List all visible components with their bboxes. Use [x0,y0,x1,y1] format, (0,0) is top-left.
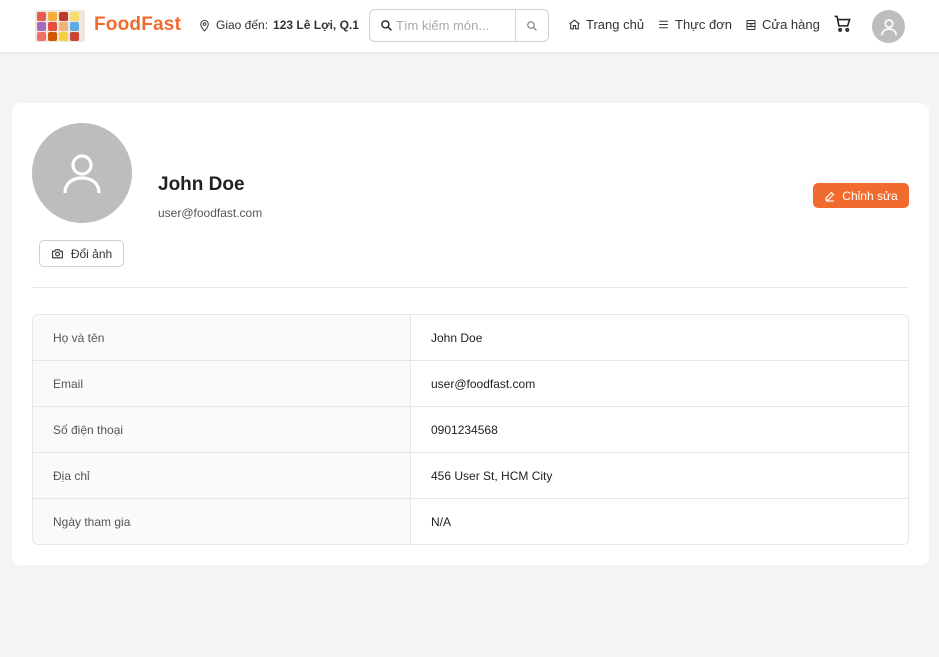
user-avatar-icon [63,154,101,194]
search-icon [527,20,537,31]
search-box [369,9,549,42]
nav-label: Cửa hàng [762,17,820,32]
nav-label: Thực đơn [675,17,732,32]
nav-menu[interactable]: Thực đơn [657,17,732,32]
nav-label: Trang chủ [586,17,645,32]
user-avatar-icon [880,18,897,35]
table-row: Họ và tên John Doe [33,315,908,361]
home-icon [569,19,580,30]
profile-card: Đổi ảnh John Doe user@foodfast.com Chỉnh… [12,103,929,565]
cart-button[interactable] [833,14,852,38]
row-label: Ngày tham gia [33,499,411,544]
change-photo-button[interactable]: Đổi ảnh [39,240,124,267]
user-avatar-button[interactable] [872,10,905,43]
pencil-icon [825,191,835,202]
cart-icon [834,15,851,32]
table-row: Ngày tham gia N/A [33,499,908,544]
table-row: Số điện thoại 0901234568 [33,407,908,453]
brand-name[interactable]: FoodFast [94,14,181,36]
location-pin-icon [200,19,209,32]
table-row: Địa chỉ 456 User St, HCM City [33,453,908,499]
profile-avatar [32,123,132,223]
menu-list-icon [659,20,668,29]
search-button[interactable] [515,10,548,41]
row-value: 456 User St, HCM City [431,468,553,483]
table-row: Email user@foodfast.com [33,361,908,407]
change-photo-label: Đổi ảnh [70,246,113,261]
row-value: 0901234568 [431,422,498,437]
profile-name: John Doe [158,174,245,195]
top-header: FoodFast Giao đến: 123 Lê Lợi, Q.1 Trang… [0,0,939,52]
search-icon [380,19,393,32]
nav-home[interactable]: Trang chủ [568,17,644,32]
logo-image[interactable] [35,10,85,42]
row-value: John Doe [431,330,483,345]
row-label: Địa chỉ [33,453,411,498]
edit-profile-button[interactable]: Chỉnh sửa [813,183,909,208]
search-input[interactable] [396,18,512,33]
delivery-prefix: Giao đến: [216,18,269,32]
edit-profile-label: Chỉnh sửa [842,188,898,203]
row-label: Họ và tên [33,315,411,360]
row-label: Email [33,361,411,406]
store-icon [746,19,756,30]
profile-email: user@foodfast.com [158,206,263,220]
delivery-location[interactable]: Giao đến: 123 Lê Lợi, Q.1 [198,18,359,32]
camera-icon [51,249,63,259]
section-divider [32,287,909,288]
row-label: Số điện thoại [33,407,411,452]
profile-details-table: Họ và tên John Doe Email user@foodfast.c… [32,314,909,545]
delivery-address: 123 Lê Lợi, Q.1 [273,18,359,32]
row-value: user@foodfast.com [431,376,536,391]
nav-stores[interactable]: Cửa hàng [745,17,820,32]
row-value: N/A [431,514,452,529]
